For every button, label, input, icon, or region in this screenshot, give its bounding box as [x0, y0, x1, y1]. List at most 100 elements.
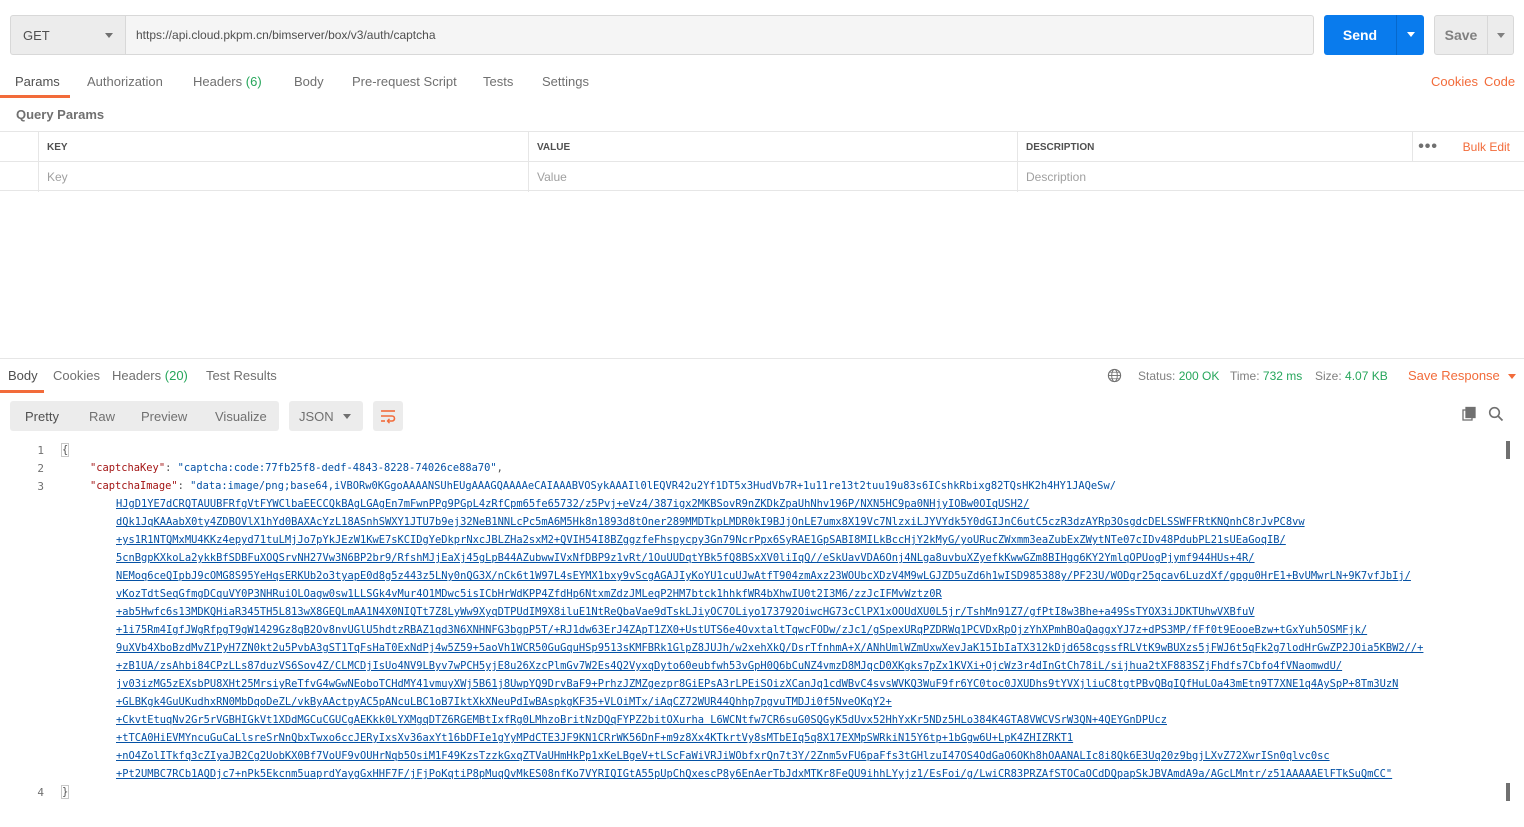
wrap-lines-button[interactable]: [373, 401, 403, 431]
json-string-continuation: +CkvtEtuqNv2Gr5rVGBHIGkVt1XDdMGCuCGUCgAE…: [116, 714, 1167, 726]
tab-label: Pre-request Script: [352, 74, 457, 89]
key-input[interactable]: Key: [38, 162, 530, 192]
tab-tests[interactable]: Tests: [483, 74, 513, 89]
tab-label: Params: [15, 74, 60, 89]
method-label: GET: [23, 27, 50, 43]
tab-label: Tests: [483, 74, 514, 89]
save-response-label: Save Response: [1408, 368, 1500, 383]
chevron-down-icon: [1407, 32, 1415, 37]
save-button[interactable]: Save: [1434, 15, 1488, 55]
language-select[interactable]: JSON: [289, 401, 363, 431]
json-string-continuation: +GLBKgk4GuUKudhxRN0MbDqoDeZL/vkByAActpyA…: [116, 696, 892, 708]
globe-icon[interactable]: [1107, 368, 1122, 383]
response-tab-body[interactable]: Body: [8, 368, 38, 383]
tab-pre-request-script[interactable]: Pre-request Script: [352, 74, 457, 89]
headers-count: (6): [245, 74, 262, 89]
line-number: 2: [37, 462, 44, 475]
close-brace: }: [60, 785, 70, 799]
method-select[interactable]: GET: [10, 15, 126, 55]
json-string-continuation: dQk1JqKAAabX0ty4ZDBOVlX1hYd0BAXAcYzL18AS…: [116, 516, 1305, 528]
status-value: 200 OK: [1178, 369, 1220, 383]
active-tab-indicator: [0, 390, 44, 393]
line-number: 1: [37, 444, 44, 457]
response-bar: Body Cookies Headers (20) Test Results S…: [0, 358, 1524, 393]
chevron-down-icon: [343, 414, 351, 419]
send-button[interactable]: Send: [1324, 15, 1396, 55]
json-string-continuation: 9uXVb4XboBzdMvZ1PyH7ZN0kt2u5PvbA3gST1TqF…: [116, 642, 1424, 654]
table-header-row: KEY VALUE DESCRIPTION ••• Bulk Edit: [0, 131, 1524, 162]
more-options-icon[interactable]: •••: [1418, 138, 1438, 156]
json-string-continuation: vKozTdtSeqGfmgDCquVY0P3NHRuiOLOagw0sw1LL…: [116, 588, 942, 600]
response-tab-headers[interactable]: Headers (20): [112, 368, 188, 383]
json-string: "captcha:code:77fb25f8-dedf-4843-8228-74…: [177, 462, 497, 474]
size-value: 4.07 KB: [1345, 369, 1388, 383]
time-readout: Time: 732 ms: [1230, 369, 1302, 383]
visualize-button[interactable]: Visualize: [215, 401, 267, 431]
json-string-continuation: +nO4ZolITkfq3cZIyaJB2Cg2UobKX0Bf7VoUF9vO…: [116, 750, 1330, 762]
response-body-viewer[interactable]: 1 2 3 4 { "captchaKey": "captcha:code:77…: [0, 441, 1524, 821]
value-column-header: VALUE: [528, 132, 1018, 162]
size-label: Size:: [1315, 369, 1342, 383]
key-column-header: KEY: [38, 132, 530, 162]
size-readout: Size: 4.07 KB: [1315, 369, 1388, 383]
json-string-continuation: +zB1UA/zsAhbi84CPzLLs87duzVS6Sov4Z/CLMCD…: [116, 660, 1343, 672]
json-key: "captchaImage": [90, 480, 178, 492]
url-input[interactable]: https://api.cloud.pkpm.cn/bimserver/box/…: [125, 15, 1314, 55]
tab-params[interactable]: Params: [15, 74, 60, 89]
search-icon[interactable]: [1488, 406, 1504, 422]
tab-label: Body: [294, 74, 324, 89]
json-string-continuation: HJgD1YE7dCRQTAUUBFRfgVtFYWClbaEECCQkBAgL…: [116, 498, 1030, 510]
json-string-continuation: +tTCA0HiEVMYncuGuCaLlsreSrNnQbxTwxo6ccJE…: [116, 732, 1074, 744]
query-params-table: KEY VALUE DESCRIPTION ••• Bulk Edit Key …: [0, 131, 1524, 192]
json-string-continuation: +1i75Rm4IgfJWgRfpgT9gW1429Gz8qB2Ov8nvUGl…: [116, 624, 1368, 636]
tab-label: Authorization: [87, 74, 163, 89]
description-input[interactable]: Description: [1017, 162, 1524, 192]
json-string-continuation: 5cnBgpKXkoLa2ykkBfSDBFuXOQSrvNH27Vw3N6BP…: [116, 552, 1255, 564]
tab-authorization[interactable]: Authorization: [87, 74, 163, 89]
raw-button[interactable]: Raw: [89, 401, 115, 431]
json-string-continuation: +ys1R1NTQMxMU4KKz4epyd71tuLMjJo7pYkJEzW1…: [116, 534, 1286, 546]
json-key: "captchaKey": [90, 462, 166, 474]
tab-label: Headers: [112, 368, 162, 383]
code-link[interactable]: Code: [1484, 74, 1515, 89]
json-string: "data:image/png;base64,iVBORw0KGgoAAAANS…: [190, 480, 1116, 492]
send-options-button[interactable]: [1396, 15, 1424, 55]
chevron-down-icon: [1497, 33, 1505, 38]
query-params-title: Query Params: [16, 107, 105, 122]
language-label: JSON: [299, 408, 334, 424]
scrollbar-thumb[interactable]: [1506, 441, 1510, 459]
chevron-down-icon: [1507, 374, 1516, 380]
response-tab-cookies[interactable]: Cookies: [53, 368, 100, 383]
status-readout: Status: 200 OK: [1138, 369, 1219, 383]
headers-count: (20): [164, 368, 188, 383]
tab-label: Headers: [193, 74, 243, 89]
save-response-button[interactable]: Save Response: [1408, 368, 1516, 383]
description-column-header: DESCRIPTION: [1017, 132, 1412, 162]
chevron-down-icon: [105, 33, 113, 38]
value-input[interactable]: Value: [528, 162, 1018, 192]
json-string-continuation: +ab5Hwfc6s13MDKQHiaR345TH5L813wX8GEQLmAA…: [116, 606, 1255, 618]
line-number: 3: [37, 480, 44, 493]
copy-icon[interactable]: [1461, 406, 1477, 422]
tab-headers[interactable]: Headers (6): [193, 74, 262, 89]
scrollbar-thumb[interactable]: [1506, 783, 1510, 801]
json-string-continuation: jv03izMG5zEXsbPU8XHt25MrsiyReTfvG4wGwNEo…: [116, 678, 1399, 690]
bulk-edit-link[interactable]: Bulk Edit: [1463, 140, 1510, 154]
time-value: 732 ms: [1262, 369, 1303, 383]
time-label: Time:: [1230, 369, 1260, 383]
response-tab-test-results[interactable]: Test Results: [206, 368, 277, 383]
status-label: Status:: [1138, 369, 1176, 383]
json-string-continuation: NEMoq6ceQIpbJ9cOMG8S95YeHqsERKUb2o3tyapE…: [116, 570, 1411, 582]
line-number: 4: [37, 786, 44, 799]
request-bar: GET https://api.cloud.pkpm.cn/bimserver/…: [10, 15, 1514, 55]
preview-button[interactable]: Preview: [141, 401, 187, 431]
table-row: Key Value Description: [0, 161, 1524, 192]
pretty-button[interactable]: Pretty: [25, 401, 59, 431]
tab-body[interactable]: Body: [294, 74, 324, 89]
tab-settings[interactable]: Settings: [542, 74, 589, 89]
open-brace: {: [60, 443, 70, 457]
cookies-link[interactable]: Cookies: [1431, 74, 1478, 89]
json-string-continuation: +Pt2UMBC7RCb1AQDjc7+nPk5Ekcnm5uaprdYaygG…: [116, 768, 1393, 780]
active-tab-indicator: [0, 95, 70, 98]
save-options-button[interactable]: [1488, 15, 1514, 55]
